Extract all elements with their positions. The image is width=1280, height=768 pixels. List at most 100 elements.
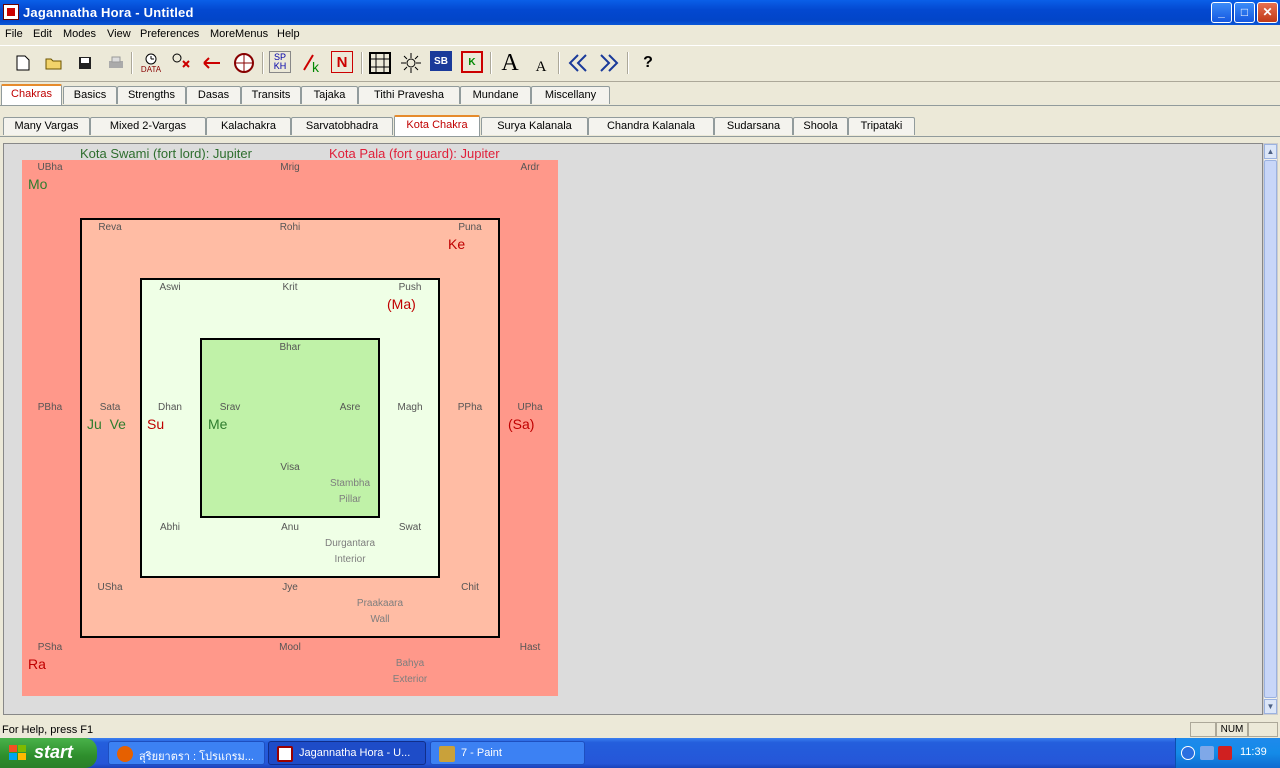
transit-forward-icon[interactable] [170,51,194,75]
tab-tripataki[interactable]: Tripataki [848,117,915,135]
print-icon[interactable] [104,51,128,75]
nakshatra-label: Hast [519,642,541,653]
tab-mixed-2-vargas[interactable]: Mixed 2-Vargas [90,117,206,135]
tab-kalachakra[interactable]: Kalachakra [206,117,291,135]
toolbar-separator [131,52,133,74]
network-icon[interactable] [1200,746,1214,760]
status-pane [1190,722,1216,737]
tab-surya-kalanala[interactable]: Surya Kalanala [481,117,588,135]
sarvatobhadra-icon[interactable]: SB [430,51,452,71]
tab-strengths[interactable]: Strengths [117,86,186,104]
tab-transits[interactable]: Transits [241,86,301,104]
nakshatra-label: Mool [279,642,301,653]
font-smaller-icon[interactable]: A [529,55,553,79]
tab-mundane[interactable]: Mundane [460,86,531,104]
vertical-scrollbar[interactable]: ▲ ▼ [1263,143,1278,715]
sun-icon[interactable] [399,51,423,75]
sub-tab-divider [0,136,1280,137]
font-larger-icon[interactable]: A [498,50,522,76]
tab-shoola[interactable]: Shoola [793,117,848,135]
planet-jupiter-venus: Ju Ve [87,416,126,432]
close-button[interactable]: ✕ [1257,2,1278,23]
sub-tab-row: Many Vargas Mixed 2-Vargas Kalachakra Sa… [0,115,1280,137]
menu-edit[interactable]: Edit [33,28,52,40]
north-chart-icon[interactable]: N [331,51,353,73]
kota-chakra-chart: UBha Mrig Ardr Reva Rohi Puna Aswi Krit … [22,160,558,696]
kota-swami-label: Kota Swami (fort lord): Jupiter [80,146,252,161]
chart-wheel-icon[interactable] [232,51,256,75]
nakshatra-label: USha [97,582,123,593]
scroll-down-icon[interactable]: ▼ [1264,699,1277,714]
zone-stambha-label: Stambha Pillar [329,478,371,505]
menu-preferences[interactable]: Preferences [140,28,199,40]
nakshatra-label: Chit [461,582,479,593]
menu-file[interactable]: File [5,28,23,40]
nakshatra-label: Mrig [280,162,300,173]
tab-sarvatobhadra[interactable]: Sarvatobhadra [291,117,393,135]
karaka-icon[interactable]: k [300,51,324,75]
kota-icon[interactable]: K [461,51,483,73]
nakshatra-label: Abhi [159,522,181,533]
toolbar-separator [490,52,492,74]
grid-chart-icon[interactable] [368,51,392,75]
tab-kota-chakra[interactable]: Kota Chakra [394,115,480,137]
scroll-thumb[interactable] [1264,160,1277,698]
menu-moremenus[interactable]: MoreMenus [210,28,268,40]
planet-mars: (Ma) [387,296,416,312]
nakshatra-label: Puna [458,222,482,233]
clock[interactable]: 11:39 [1240,746,1267,758]
menu-view[interactable]: View [107,28,131,40]
tab-chandra-kalanala[interactable]: Chandra Kalanala [588,117,714,135]
double-chevron-left-icon[interactable] [566,51,590,75]
app-icon[interactable] [3,4,19,20]
nakshatra-label: Reva [98,222,122,233]
nakshatra-label: Krit [282,282,298,293]
firefox-icon [117,746,133,762]
minimize-button[interactable]: _ [1211,2,1232,23]
save-icon[interactable] [73,51,97,75]
tab-dasas[interactable]: Dasas [186,86,241,104]
tray-expand-icon[interactable] [1181,746,1195,760]
start-button[interactable]: start [0,738,97,768]
data-clock-icon[interactable]: DATA [139,51,163,75]
nakshatra-label: PBha [37,402,63,413]
tab-chakras[interactable]: Chakras [1,84,62,106]
maximize-button[interactable]: □ [1234,2,1255,23]
scroll-up-icon[interactable]: ▲ [1264,144,1277,159]
menu-help[interactable]: Help [277,28,300,40]
windows-flag-icon [9,745,27,761]
toolbar: DATA SP KH k N SB K A A ? [0,45,1280,82]
menu-bar: File Edit Modes View Preferences MoreMen… [0,25,1280,44]
planet-sun: Su [147,416,165,432]
tab-many-vargas[interactable]: Many Vargas [3,117,90,135]
tab-tithi-pravesha[interactable]: Tithi Pravesha [358,86,460,104]
antivirus-icon[interactable] [1218,746,1232,760]
help-icon[interactable]: ? [636,51,660,75]
paint-icon [439,746,455,762]
zone-durgantara-label: Durgantara Interior [324,538,376,565]
transit-back-icon[interactable] [201,51,225,75]
zone-praakaara-label: Praakaara Wall [356,598,404,625]
taskbar-item-paint[interactable]: 7 - Paint [430,741,585,765]
special-lagna-icon[interactable]: SP KH [269,51,291,73]
num-lock-indicator: NUM [1216,722,1248,737]
open-folder-icon[interactable] [42,51,66,75]
tab-tajaka[interactable]: Tajaka [301,86,358,104]
nakshatra-label: Asre [339,402,361,413]
nakshatra-label: PSha [37,642,63,653]
taskbar-item-jagannatha[interactable]: Jagannatha Hora - U... [268,741,426,765]
planet-saturn: (Sa) [508,416,535,432]
double-chevron-right-icon[interactable] [597,51,621,75]
tab-sudarsana[interactable]: Sudarsana [714,117,793,135]
taskbar-item-firefox[interactable]: สุริยยาตรา : โปรแกรม... [108,741,265,765]
tab-basics[interactable]: Basics [63,86,117,104]
new-file-icon[interactable] [11,51,35,75]
planet-ketu: Ke [448,236,466,252]
nakshatra-label: Bhar [279,342,301,353]
tab-miscellany[interactable]: Miscellany [531,86,610,104]
nakshatra-label: UBha [37,162,63,173]
nakshatra-label: Visa [280,462,300,473]
window-title: Jagannatha Hora - Untitled [23,5,194,20]
menu-modes[interactable]: Modes [63,28,96,40]
toolbar-separator [558,52,560,74]
